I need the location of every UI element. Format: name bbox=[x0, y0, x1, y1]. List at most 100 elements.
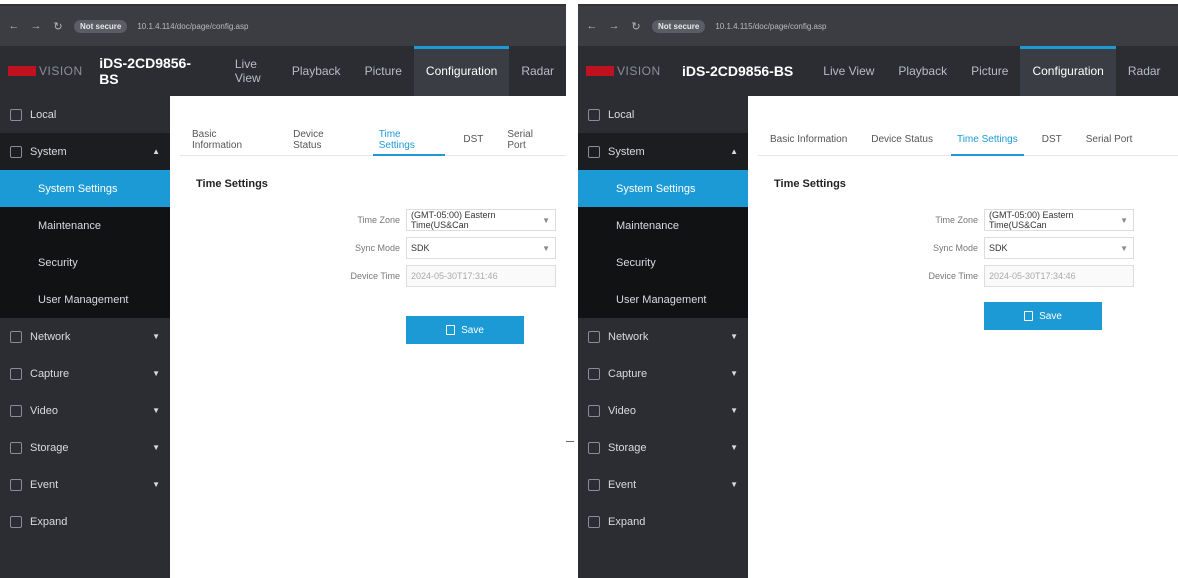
device-time-label: Device Time bbox=[928, 271, 978, 281]
sidebar-item-system[interactable]: System ▲ bbox=[0, 133, 170, 170]
tab-basic-information[interactable]: Basic Information bbox=[180, 124, 281, 155]
time-zone-select[interactable]: (GMT-05:00) Eastern Time(US&Can ▼ bbox=[406, 209, 556, 231]
sidebar-item-local[interactable]: Local bbox=[0, 96, 170, 133]
sidebar: Local System ▲ System Settings Maintenanc… bbox=[578, 96, 748, 578]
chevron-down-icon: ▼ bbox=[1120, 215, 1128, 225]
section-title: Time Settings bbox=[774, 178, 846, 190]
sidebar-sub-system-settings[interactable]: System Settings bbox=[578, 170, 748, 207]
time-zone-select[interactable]: (GMT-05:00) Eastern Time(US&Can ▼ bbox=[984, 209, 1134, 231]
app-header: VISION iDS-2CD9856-BS Live View Playback… bbox=[578, 46, 1178, 96]
device-time-label: Device Time bbox=[350, 271, 400, 281]
save-button[interactable]: Save bbox=[984, 302, 1102, 330]
nav-radar[interactable]: Radar bbox=[509, 46, 566, 96]
sidebar-item-local[interactable]: Local bbox=[578, 96, 748, 133]
settings-tabs: Basic Information Device Status Time Set… bbox=[180, 124, 566, 156]
screenshot-right: ← → ↻ Not secure 10.1.4.115/doc/page/con… bbox=[578, 4, 1178, 578]
sidebar-item-event[interactable]: Event ▼ bbox=[578, 466, 748, 503]
sidebar-sub-maintenance[interactable]: Maintenance bbox=[0, 207, 170, 244]
device-time-field: 2024-05-30T17:31:46 bbox=[406, 265, 556, 287]
caret-down-icon: ▼ bbox=[730, 369, 738, 378]
sync-mode-label: Sync Mode bbox=[354, 243, 400, 253]
caret-down-icon: ▼ bbox=[152, 443, 160, 452]
sidebar-sub-user-management[interactable]: User Management bbox=[0, 281, 170, 318]
sidebar-sub-maintenance[interactable]: Maintenance bbox=[578, 207, 748, 244]
reload-icon[interactable]: ↻ bbox=[52, 20, 64, 33]
storage-icon bbox=[10, 441, 22, 454]
tab-serial-port[interactable]: Serial Port bbox=[495, 124, 566, 155]
caret-down-icon: ▼ bbox=[152, 369, 160, 378]
sidebar-item-video[interactable]: Video ▼ bbox=[0, 392, 170, 429]
network-icon bbox=[588, 330, 600, 343]
sidebar-item-storage[interactable]: Storage ▼ bbox=[578, 429, 748, 466]
nav-live-view[interactable]: Live View bbox=[811, 46, 886, 96]
browser-toolbar: ← → ↻ Not secure 10.1.4.114/doc/page/con… bbox=[0, 6, 566, 46]
local-icon bbox=[588, 108, 600, 121]
forward-icon[interactable]: → bbox=[30, 20, 42, 32]
sidebar-item-network[interactable]: Network ▼ bbox=[0, 318, 170, 355]
time-settings-form: Time Zone (GMT-05:00) Eastern Time(US&Ca… bbox=[320, 206, 556, 290]
tab-basic-information[interactable]: Basic Information bbox=[758, 124, 859, 155]
caret-down-icon: ▼ bbox=[152, 480, 160, 489]
reload-icon[interactable]: ↻ bbox=[630, 20, 642, 33]
caret-down-icon: ▼ bbox=[730, 480, 738, 489]
tab-dst[interactable]: DST bbox=[451, 124, 495, 155]
forward-icon[interactable]: → bbox=[608, 20, 620, 32]
sidebar-sub-security[interactable]: Security bbox=[578, 244, 748, 281]
back-icon[interactable]: ← bbox=[8, 20, 20, 32]
sidebar-item-event[interactable]: Event ▼ bbox=[0, 466, 170, 503]
not-secure-badge[interactable]: Not secure bbox=[74, 19, 128, 33]
nav-picture[interactable]: Picture bbox=[353, 46, 414, 96]
top-navigation: Live View Playback Picture Configuration… bbox=[811, 46, 1172, 96]
sidebar-item-network[interactable]: Network ▼ bbox=[578, 318, 748, 355]
tab-time-settings[interactable]: Time Settings bbox=[367, 124, 452, 156]
address-bar[interactable]: 10.1.4.114/doc/page/config.asp bbox=[137, 22, 248, 31]
not-secure-badge[interactable]: Not secure bbox=[652, 19, 706, 33]
nav-picture[interactable]: Picture bbox=[959, 46, 1020, 96]
tab-dst[interactable]: DST bbox=[1030, 124, 1074, 155]
device-model: iDS-2CD9856-BS bbox=[99, 55, 192, 87]
settings-tabs: Basic Information Device Status Time Set… bbox=[758, 124, 1178, 156]
chevron-down-icon: ▼ bbox=[542, 215, 550, 225]
sidebar-item-expand[interactable]: Expand bbox=[0, 503, 170, 540]
sidebar: Local System ▲ System Settings Maintenanc… bbox=[0, 96, 170, 578]
device-time-field: 2024-05-30T17:34:46 bbox=[984, 265, 1134, 287]
sidebar-sub-security[interactable]: Security bbox=[0, 244, 170, 281]
capture-icon bbox=[10, 367, 22, 380]
chevron-down-icon: ▼ bbox=[542, 243, 550, 253]
expand-icon bbox=[588, 515, 600, 528]
caret-up-icon: ▲ bbox=[152, 147, 160, 156]
top-navigation: Live View Playback Picture Configuration… bbox=[223, 46, 566, 96]
sidebar-item-capture[interactable]: Capture ▼ bbox=[578, 355, 748, 392]
sync-mode-label: Sync Mode bbox=[932, 243, 978, 253]
caret-up-icon: ▲ bbox=[730, 147, 738, 156]
sidebar-item-capture[interactable]: Capture ▼ bbox=[0, 355, 170, 392]
nav-playback[interactable]: Playback bbox=[886, 46, 959, 96]
tab-device-status[interactable]: Device Status bbox=[281, 124, 367, 155]
sync-mode-select[interactable]: SDK ▼ bbox=[984, 237, 1134, 259]
nav-configuration[interactable]: Configuration bbox=[1020, 46, 1117, 96]
nav-configuration[interactable]: Configuration bbox=[413, 46, 510, 96]
time-zone-label: Time Zone bbox=[357, 215, 400, 225]
sidebar-sub-user-management[interactable]: User Management bbox=[578, 281, 748, 318]
sidebar-sub-system-settings[interactable]: System Settings bbox=[0, 170, 170, 207]
address-bar[interactable]: 10.1.4.115/doc/page/config.asp bbox=[715, 22, 826, 31]
tab-time-settings[interactable]: Time Settings bbox=[945, 124, 1030, 156]
tab-device-status[interactable]: Device Status bbox=[859, 124, 945, 155]
caret-down-icon: ▼ bbox=[730, 406, 738, 415]
sidebar-item-video[interactable]: Video ▼ bbox=[578, 392, 748, 429]
sidebar-item-system[interactable]: System ▲ bbox=[578, 133, 748, 170]
nav-live-view[interactable]: Live View bbox=[223, 46, 280, 96]
caret-down-icon: ▼ bbox=[730, 443, 738, 452]
storage-icon bbox=[588, 441, 600, 454]
save-button[interactable]: Save bbox=[406, 316, 524, 344]
sidebar-item-storage[interactable]: Storage ▼ bbox=[0, 429, 170, 466]
network-icon bbox=[10, 330, 22, 343]
sync-mode-select[interactable]: SDK ▼ bbox=[406, 237, 556, 259]
nav-playback[interactable]: Playback bbox=[280, 46, 353, 96]
tab-serial-port[interactable]: Serial Port bbox=[1074, 124, 1145, 155]
app-header: VISION iDS-2CD9856-BS Live View Playback… bbox=[0, 46, 566, 96]
nav-radar[interactable]: Radar bbox=[1116, 46, 1173, 96]
sidebar-item-expand[interactable]: Expand bbox=[578, 503, 748, 540]
screenshot-left: ← → ↻ Not secure 10.1.4.114/doc/page/con… bbox=[0, 4, 566, 578]
back-icon[interactable]: ← bbox=[586, 20, 598, 32]
